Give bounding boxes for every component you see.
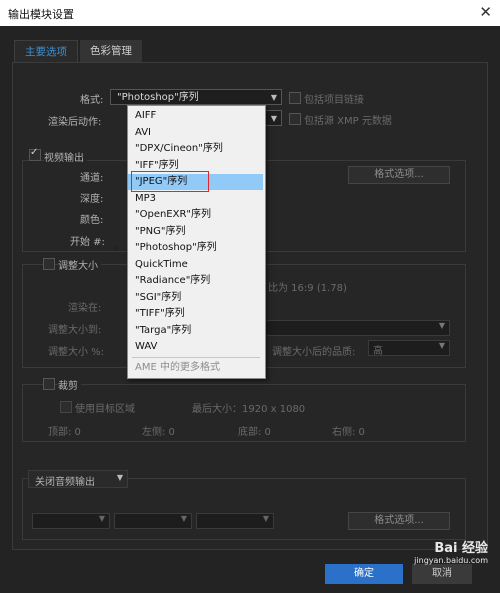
baidu-jingyan-watermark: Bai 经验 jingyan.baidu.com [414,537,488,565]
format-dropdown-menu: AIFF AVI "DPX/Cineon"序列 "IFF"序列 "JPEG"序列… [114,105,266,379]
final-size-text: 最后大小：1920 x 1080 [192,404,306,415]
window-title: 输出模块设置 [8,8,74,21]
menu-item-photoshop-label: "Photoshop"序列 [135,242,217,253]
resize-quality-dropdown[interactable]: 高 ▼ [368,340,450,357]
menu-item-radiance[interactable]: "Radiance"序列 [128,273,263,289]
menu-item-more-formats[interactable]: AME 中的更多格式 [128,360,263,376]
chevron-down-icon: ▼ [438,321,445,330]
menu-item-tiff[interactable]: "TIFF"序列 [128,306,263,322]
crop-checkbox[interactable] [43,378,55,390]
menu-item-mp3[interactable]: MP3 [128,191,263,207]
chevron-down-icon: ▼ [98,514,105,523]
menu-item-avi[interactable]: AVI [128,125,263,141]
chevron-down-icon: ▼ [116,473,123,482]
video-format-options-button[interactable]: 格式选项... [348,166,450,184]
menu-item-targa[interactable]: "Targa"序列 [128,323,263,339]
video-output-checkbox[interactable] [29,147,41,161]
menu-item-wav[interactable]: WAV [128,339,263,355]
chevron-down-icon: ▼ [270,93,277,102]
menu-item-aiff[interactable]: AIFF [128,108,263,124]
close-icon[interactable]: ✕ [479,3,492,21]
include-xmp-label: 包括源 XMP 元数据 [304,116,392,127]
use-roi-checkbox[interactable] [60,401,72,413]
chevron-down-icon: ▼ [180,514,187,523]
crop-right-label: 右侧: 0 [332,427,365,438]
cancel-button[interactable]: 取消 [412,564,472,584]
include-link-label: 包括项目链接 [304,95,364,106]
audio-channels-dropdown[interactable]: ▼ [114,513,192,529]
depth-label: 深度: [80,194,104,205]
post-render-dropdown[interactable]: ▼ [264,110,282,126]
menu-item-openexr[interactable]: "OpenEXR"序列 [128,207,263,223]
format-dropdown[interactable]: "Photoshop"序列 ▼ [110,89,282,105]
start-frame-label: 开始 #: [70,237,105,248]
menu-item-photoshop[interactable]: "Photoshop"序列 [114,240,263,256]
resize-percent-label: 调整大小 %: [48,347,105,358]
menu-item-png[interactable]: "PNG"序列 [128,224,263,240]
include-link-checkbox[interactable] [289,92,301,104]
resize-quality-value: 高 [373,346,383,357]
tab-color-management[interactable]: 色彩管理 [80,40,142,62]
crop-label: 裁剪 [58,377,81,392]
resize-to-label: 调整大小到: [48,325,102,336]
audio-output-value: 关闭音频输出 [35,477,95,488]
audio-output-dropdown[interactable]: 关闭音频输出 ▼ [28,470,128,488]
color-label: 颜色: [80,215,104,226]
aspect-ratio-text: 比为 16:9 (1.78) [268,283,347,294]
resize-to-dropdown[interactable]: ▼ [264,320,450,336]
crop-left-label: 左侧: 0 [142,427,175,438]
use-roi-label: 使用目标区域 [75,404,135,415]
render-at-label: 渲染在: [68,303,102,314]
resize-quality-label: 调整大小后的品质: [272,347,356,358]
chevron-down-icon: ▼ [438,341,445,350]
audio-format-options-button[interactable]: 格式选项... [348,512,450,530]
format-dropdown-value: "Photoshop"序列 [117,92,199,103]
include-xmp-checkbox[interactable] [289,113,301,125]
selected-bullet-icon [114,246,119,251]
watermark-brand: Bai 经验 [434,541,488,556]
post-render-label: 渲染后动作: [48,117,102,128]
resize-checkbox[interactable] [43,258,55,270]
chevron-down-icon: ▼ [262,514,269,523]
watermark-url: jingyan.baidu.com [414,556,488,565]
chevron-down-icon: ▼ [270,114,277,123]
video-output-label: 视频输出 [44,149,87,164]
menu-item-sgi[interactable]: "SGI"序列 [128,290,263,306]
channels-label: 通道: [80,173,104,184]
menu-item-dpx-cineon[interactable]: "DPX/Cineon"序列 [128,141,263,157]
title-bar: 输出模块设置 ✕ [0,0,500,26]
crop-bottom-label: 底部: 0 [238,427,271,438]
format-label: 格式: [80,95,104,106]
ok-button[interactable]: 确定 [325,564,403,584]
menu-item-quicktime[interactable]: QuickTime [128,257,263,273]
audio-sample-rate-dropdown[interactable]: ▼ [32,513,110,529]
annotation-highlight-box [131,171,209,192]
crop-top-label: 顶部: 0 [48,427,81,438]
resize-label: 调整大小 [58,257,101,272]
tab-main-options[interactable]: 主要选项 [14,40,78,63]
menu-separator [132,357,260,358]
audio-depth-dropdown[interactable]: ▼ [196,513,274,529]
